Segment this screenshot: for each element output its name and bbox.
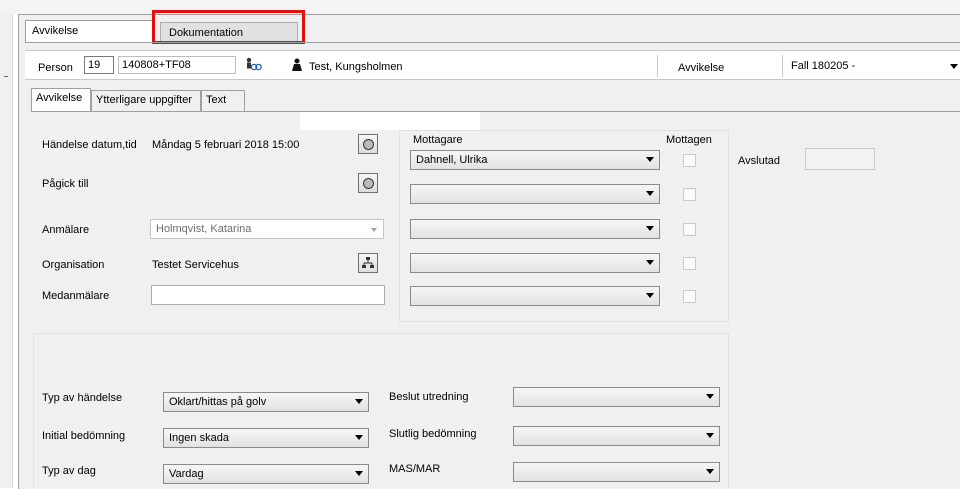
avslutad-label: Avslutad bbox=[738, 155, 780, 167]
person-label: Person bbox=[38, 62, 73, 74]
organisation-value: Testet Servicehus bbox=[152, 259, 239, 271]
handelse-value: Måndag 5 februari 2018 15:00 bbox=[152, 139, 300, 151]
medanmalare-label: Medanmälare bbox=[42, 290, 110, 302]
typdag-select[interactable]: Vardag bbox=[163, 464, 369, 484]
organisation-tree-button[interactable] bbox=[358, 253, 378, 273]
clock-icon bbox=[362, 177, 374, 189]
typ-value: Oklart/hittas på golv bbox=[169, 396, 267, 408]
avslutad-field[interactable] bbox=[805, 148, 875, 170]
avvikelse-select[interactable]: Fall 180205 - bbox=[782, 55, 960, 77]
typdag-value: Vardag bbox=[169, 468, 204, 480]
tab-divider bbox=[25, 42, 960, 43]
clock-icon bbox=[362, 138, 374, 150]
blank-overlay bbox=[300, 112, 480, 130]
mottagare-select-4[interactable] bbox=[410, 253, 660, 273]
typ-label: Typ av händelse bbox=[42, 392, 123, 404]
org-tree-icon bbox=[362, 257, 374, 268]
chevron-down-icon bbox=[706, 433, 714, 438]
mottagare-value-1: Dahnell, Ulrika bbox=[416, 154, 488, 166]
pagick-label: Pågick till bbox=[42, 178, 89, 190]
masmar-label: MAS/MAR bbox=[389, 463, 441, 475]
chevron-down-icon bbox=[706, 469, 714, 474]
typ-select[interactable]: Oklart/hittas på golv bbox=[163, 392, 369, 412]
person-icon bbox=[291, 58, 303, 72]
mottagare-select-5[interactable] bbox=[410, 286, 660, 306]
chevron-down-icon bbox=[950, 64, 958, 69]
mottagen-header: Mottagen bbox=[666, 134, 712, 146]
chevron-down-icon bbox=[646, 191, 654, 196]
initial-value: Ingen skada bbox=[169, 432, 229, 444]
chevron-down-icon bbox=[371, 228, 377, 232]
organisation-label: Organisation bbox=[42, 259, 105, 271]
chevron-down-icon bbox=[646, 157, 654, 162]
mottagare-select-2[interactable] bbox=[410, 184, 660, 204]
chevron-down-icon bbox=[355, 471, 363, 476]
person-prefix-field[interactable]: 19 bbox=[84, 56, 114, 74]
avvikelse-select-value: Fall 180205 - bbox=[791, 60, 856, 72]
beslut-label: Beslut utredning bbox=[389, 391, 469, 403]
chevron-down-icon bbox=[646, 260, 654, 265]
initial-label: Initial bedömning bbox=[42, 430, 126, 442]
left-gutter bbox=[0, 14, 13, 488]
chevron-down-icon bbox=[355, 399, 363, 404]
avvikelse-label: Avvikelse bbox=[678, 62, 725, 74]
mottagare-header: Mottagare bbox=[413, 134, 463, 146]
anmalare-label: Anmälare bbox=[42, 224, 90, 236]
chevron-down-icon bbox=[355, 435, 363, 440]
tab-avvikelse[interactable]: Avvikelse bbox=[25, 20, 153, 42]
beslut-select[interactable] bbox=[513, 387, 720, 407]
chevron-down-icon bbox=[646, 293, 654, 298]
mottagen-checkbox-1[interactable] bbox=[683, 154, 696, 167]
anmalare-value: Holmqvist, Katarina bbox=[156, 223, 252, 235]
mottagare-select-1[interactable]: Dahnell, Ulrika bbox=[410, 150, 660, 170]
mottagen-checkbox-4[interactable] bbox=[683, 257, 696, 270]
mottagen-checkbox-5[interactable] bbox=[683, 290, 696, 303]
gutter-mark bbox=[4, 76, 8, 77]
person-bar-divider bbox=[657, 55, 658, 77]
slutlig-select[interactable] bbox=[513, 426, 720, 446]
mottagen-checkbox-3[interactable] bbox=[683, 223, 696, 236]
subtab-text[interactable]: Text bbox=[201, 90, 245, 111]
top-strip bbox=[0, 0, 960, 14]
medanmalare-input[interactable] bbox=[151, 285, 385, 305]
slutlig-label: Slutlig bedömning bbox=[389, 428, 477, 440]
subtab-ytterligare[interactable]: Ytterligare uppgifter bbox=[91, 90, 201, 111]
chevron-down-icon bbox=[706, 394, 714, 399]
mottagare-select-3[interactable] bbox=[410, 219, 660, 239]
person-search-icon[interactable] bbox=[244, 56, 262, 74]
person-name: Test, Kungsholmen bbox=[309, 61, 403, 73]
subtab-avvikelse[interactable]: Avvikelse bbox=[31, 88, 91, 112]
handelse-label: Händelse datum,tid bbox=[42, 139, 137, 151]
typdag-label: Typ av dag bbox=[42, 465, 96, 477]
mottagen-checkbox-2[interactable] bbox=[683, 188, 696, 201]
pagick-clock-button[interactable] bbox=[358, 173, 378, 193]
highlight-box bbox=[152, 10, 305, 44]
chevron-down-icon bbox=[646, 226, 654, 231]
anmalare-select[interactable]: Holmqvist, Katarina bbox=[150, 219, 384, 239]
initial-select[interactable]: Ingen skada bbox=[163, 428, 369, 448]
person-number-field[interactable]: 140808+TF08 bbox=[118, 56, 236, 74]
handelse-clock-button[interactable] bbox=[358, 134, 378, 154]
masmar-select[interactable] bbox=[513, 462, 720, 482]
